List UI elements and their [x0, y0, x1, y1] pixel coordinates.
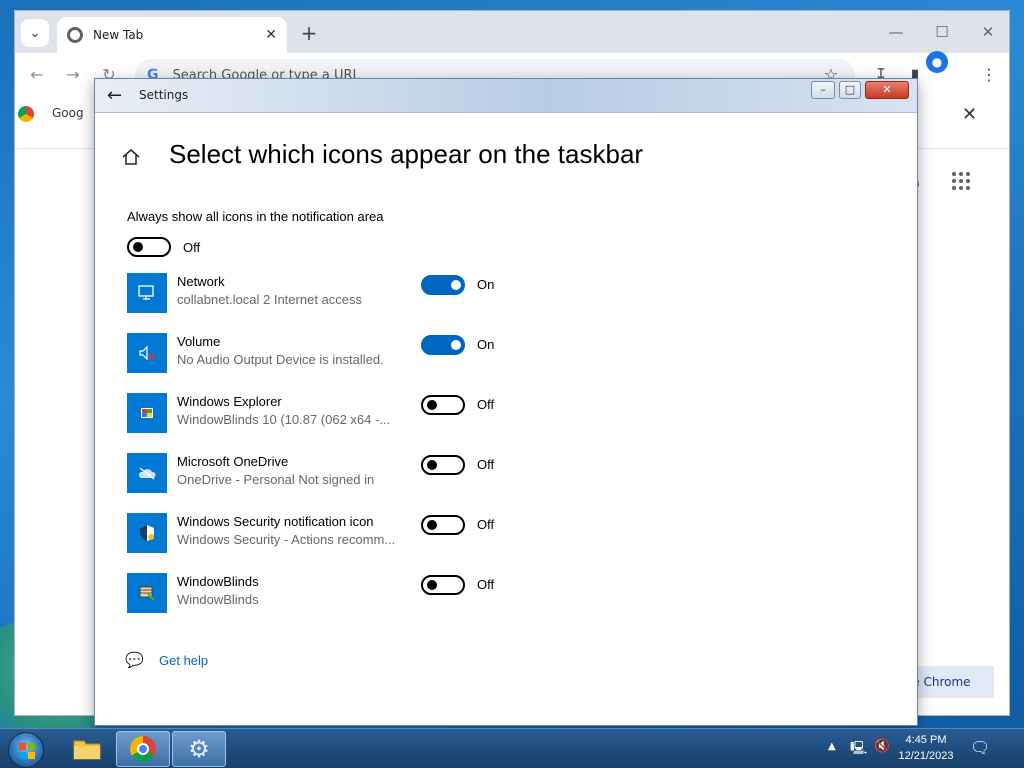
close-window-button[interactable]: ✕ [973, 21, 1003, 43]
app-name: Volume [177, 334, 221, 349]
windowblinds-toggle[interactable] [421, 575, 465, 595]
always-show-toggle[interactable] [127, 237, 171, 257]
bookmark-item[interactable]: Goog [52, 106, 84, 120]
windowblinds-icon [127, 573, 167, 613]
back-button[interactable]: ← [25, 63, 49, 87]
onedrive-state: Off [477, 457, 495, 472]
back-arrow-icon[interactable]: ← [107, 85, 122, 106]
chrome-titlebar: ⌄ New Tab ✕ + — ☐ ✕ [15, 11, 1009, 53]
app-description: OneDrive - Personal Not signed in [177, 472, 375, 487]
onedrive-toggle[interactable] [421, 455, 465, 475]
close-tab-icon[interactable]: ✕ [265, 27, 277, 43]
app-description: WindowBlinds [177, 592, 259, 607]
app-name: Network [177, 274, 225, 289]
list-item-onedrive: Microsoft OneDrive OneDrive - Personal N… [127, 453, 887, 497]
maximize-button[interactable]: ☐ [927, 21, 957, 43]
network-tray-icon[interactable]: 🖳 [850, 739, 867, 761]
windows-logo-icon [19, 743, 35, 759]
app-name: WindowBlinds [177, 574, 259, 589]
page-title: Select which icons appear on the taskbar [169, 139, 644, 169]
settings-minimize-button[interactable]: – [811, 81, 835, 99]
minimize-button[interactable]: — [881, 21, 911, 43]
taskbar-file-explorer[interactable] [60, 731, 114, 767]
close-bar-icon[interactable]: ✕ [962, 104, 977, 125]
app-name: Windows Security notification icon [177, 514, 374, 529]
tab-search-button[interactable]: ⌄ [21, 19, 49, 47]
settings-content: Select which icons appear on the taskbar… [101, 117, 913, 721]
network-toggle[interactable] [421, 275, 465, 295]
windows-security-toggle[interactable] [421, 515, 465, 535]
onedrive-icon [127, 453, 167, 493]
volume-muted-icon [127, 333, 167, 373]
tab-title: New Tab [93, 28, 144, 42]
show-hidden-icons-icon[interactable]: ▲ [828, 741, 836, 752]
google-apps-icon[interactable] [952, 172, 970, 190]
settings-close-button[interactable]: ✕ [865, 81, 909, 99]
app-description: WindowBlinds 10 (10.87 (062 x64 -... [177, 412, 391, 427]
volume-state: On [477, 337, 495, 352]
windows-explorer-icon [127, 393, 167, 433]
volume-tray-icon[interactable]: 🔇 [874, 739, 890, 754]
windows-security-state: Off [477, 517, 495, 532]
taskbar-chrome[interactable] [116, 731, 170, 767]
chrome-icon [130, 736, 156, 762]
forward-button[interactable]: → [61, 63, 85, 87]
gear-icon: ⚙ [188, 735, 210, 763]
action-center-icon[interactable]: 🗨 [970, 738, 990, 757]
home-icon[interactable] [121, 147, 141, 167]
profile-avatar-icon[interactable]: ● [926, 51, 948, 73]
network-state: On [477, 277, 495, 292]
always-show-state: Off [183, 240, 201, 255]
app-description: No Audio Output Device is installed. [177, 352, 384, 367]
get-help-link[interactable]: Get help [159, 653, 208, 668]
settings-titlebar: ← Settings – □ ✕ [95, 79, 917, 113]
app-description: Windows Security - Actions recomm... [177, 532, 396, 547]
settings-maximize-button[interactable]: □ [839, 81, 861, 99]
clock-date[interactable]: 12/21/2023 [894, 750, 958, 762]
list-item-windows-security: Windows Security notification icon Windo… [127, 513, 887, 557]
windows-security-icon [127, 513, 167, 553]
windows-explorer-toggle[interactable] [421, 395, 465, 415]
folder-icon [73, 740, 101, 760]
volume-toggle[interactable] [421, 335, 465, 355]
app-name: Microsoft OneDrive [177, 454, 289, 469]
menu-icon[interactable]: ⋮ [977, 63, 1001, 87]
get-help-icon: 💬 [125, 651, 144, 669]
windowblinds-state: Off [477, 577, 495, 592]
settings-window-title: Settings [139, 88, 189, 102]
new-tab-button[interactable]: + [297, 21, 321, 45]
windows-explorer-state: Off [477, 397, 495, 412]
start-button[interactable] [8, 732, 44, 768]
settings-window: ← Settings – □ ✕ Select which icons appe… [94, 78, 918, 726]
chevron-down-icon: ⌄ [29, 25, 41, 41]
always-show-label: Always show all icons in the notificatio… [127, 209, 384, 224]
chrome-logo-icon [18, 106, 34, 122]
app-name: Windows Explorer [177, 394, 282, 409]
list-item-network: Network collabnet.local 2 Internet acces… [127, 273, 887, 317]
network-icon [127, 273, 167, 313]
list-item-volume: Volume No Audio Output Device is install… [127, 333, 887, 377]
list-item-windows-explorer: Windows Explorer WindowBlinds 10 (10.87 … [127, 393, 887, 437]
taskbar-settings[interactable]: ⚙ [172, 731, 226, 767]
clock-time[interactable]: 4:45 PM [894, 734, 958, 746]
chrome-favicon-icon [67, 27, 83, 43]
taskbar: ⚙ ▲ 🖳 🔇 4:45 PM 12/21/2023 🗨 [0, 728, 1024, 768]
list-item-windowblinds: WindowBlinds WindowBlinds [127, 573, 887, 617]
app-description: collabnet.local 2 Internet access [177, 292, 362, 307]
tab-new-tab[interactable]: New Tab ✕ [57, 17, 287, 53]
